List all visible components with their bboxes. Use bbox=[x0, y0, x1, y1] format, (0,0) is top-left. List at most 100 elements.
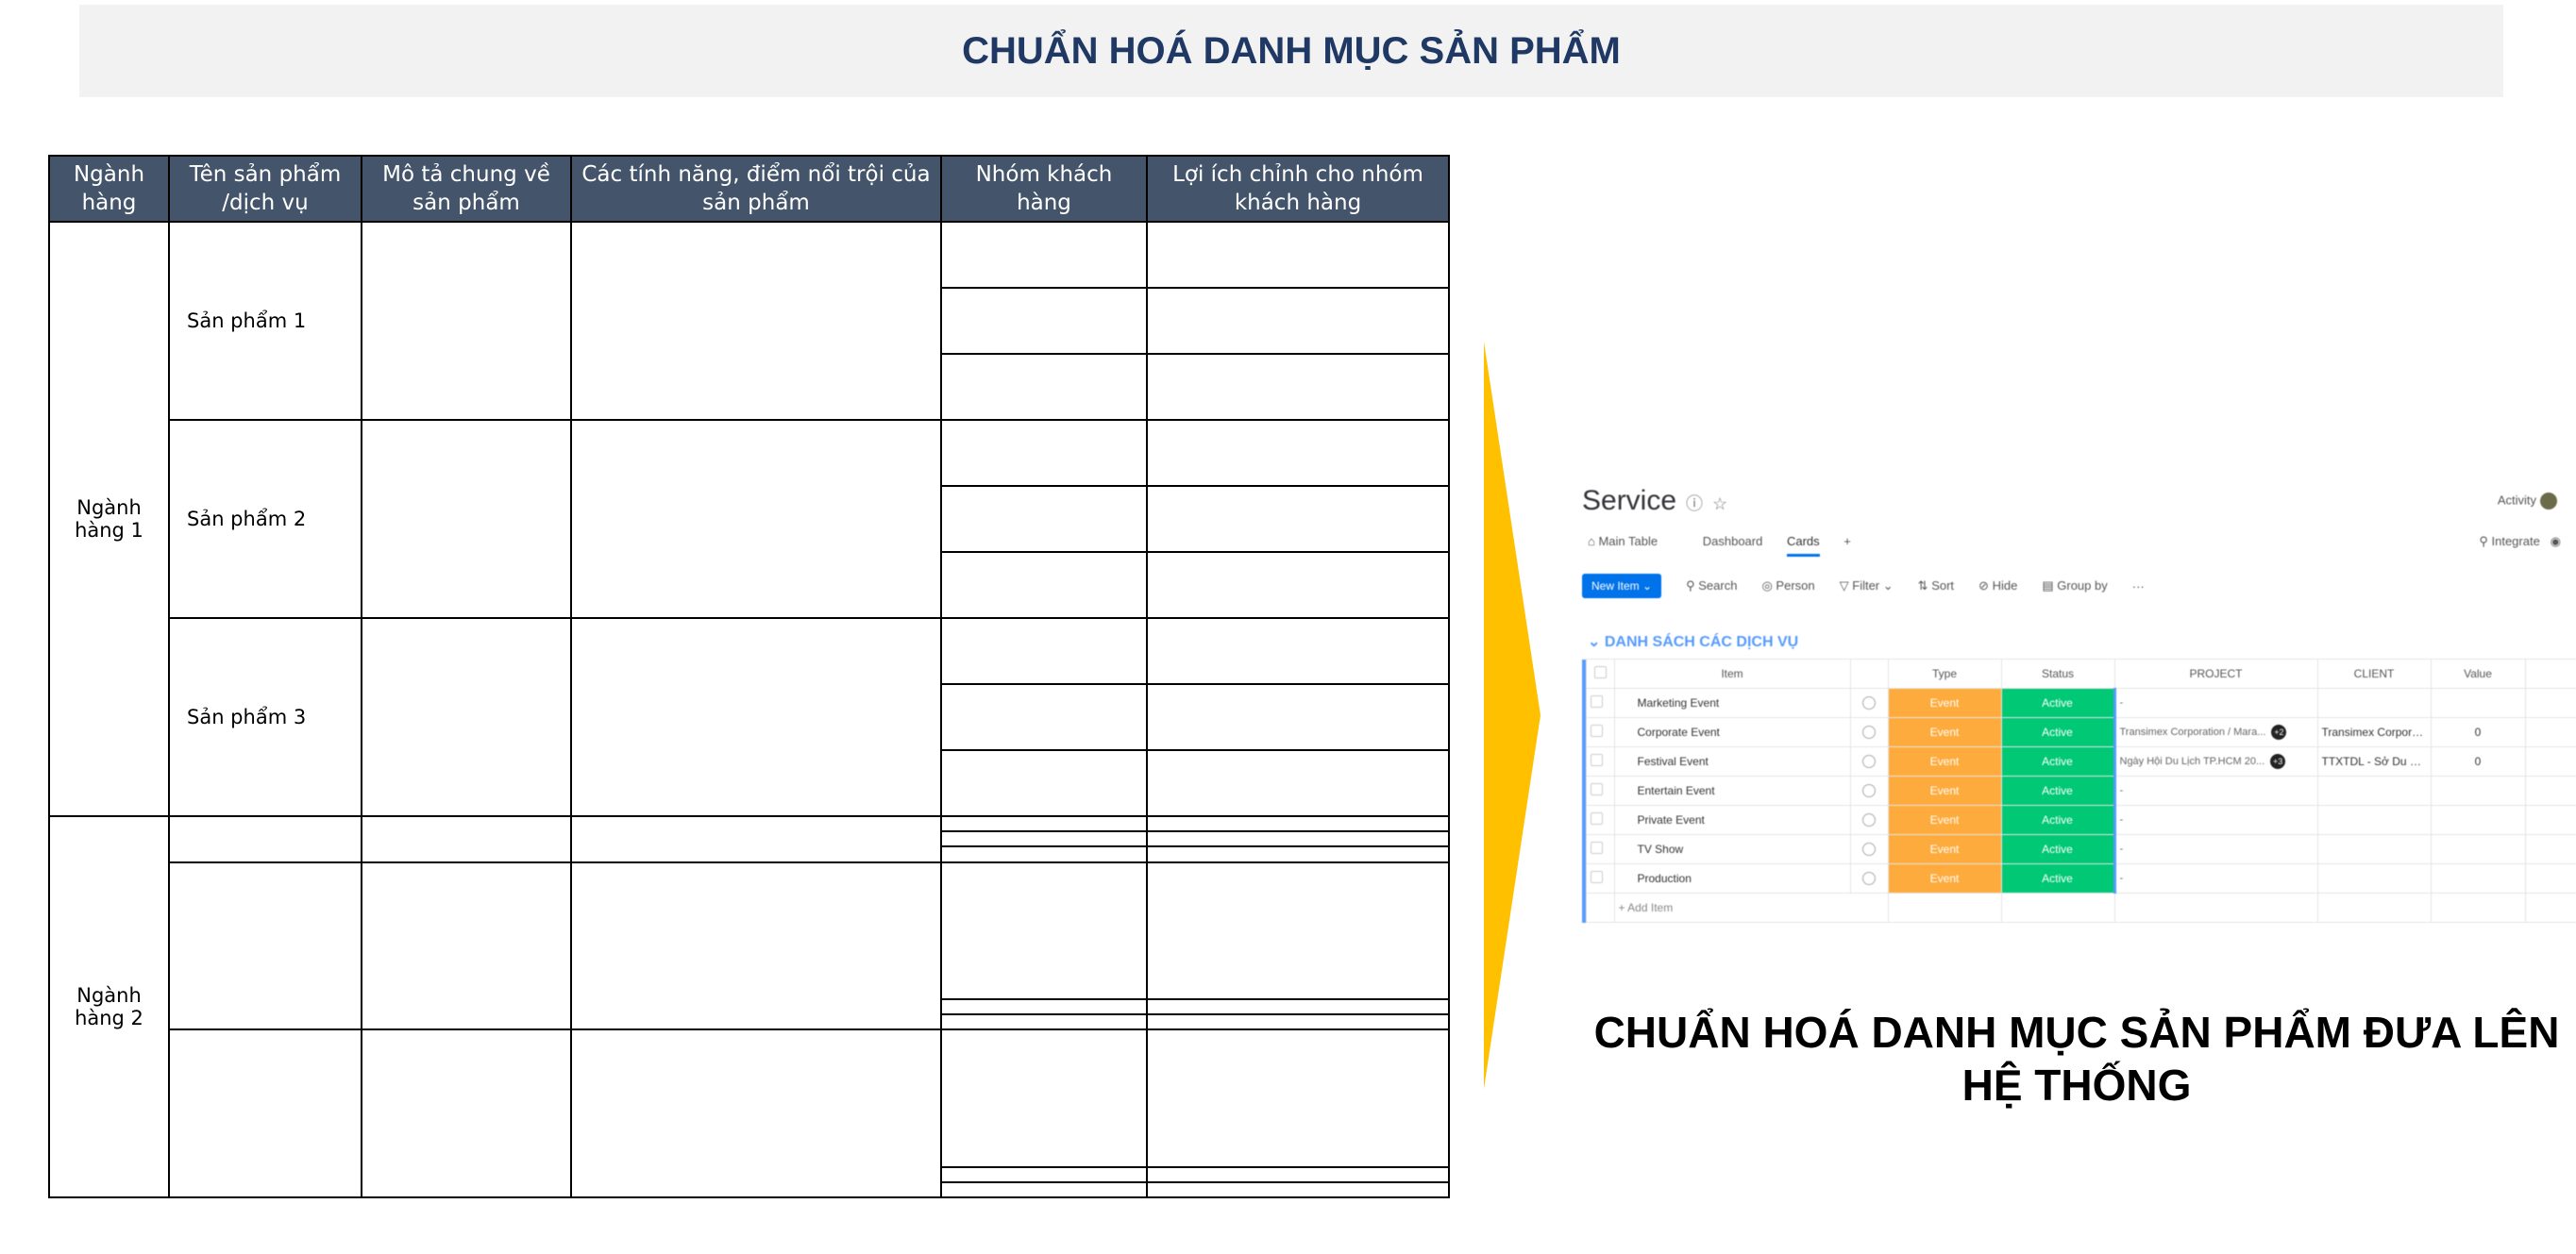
row-checkbox[interactable] bbox=[1585, 717, 1615, 747]
status-cell[interactable]: Active bbox=[2000, 834, 2115, 864]
row-checkbox[interactable] bbox=[1585, 776, 1615, 806]
board-row[interactable]: Private Event Event Active - bbox=[1582, 805, 2576, 835]
conversation-icon[interactable] bbox=[1849, 717, 1889, 747]
row-checkbox[interactable] bbox=[1585, 746, 1615, 777]
project-cell[interactable]: - bbox=[2113, 776, 2318, 806]
item-name[interactable]: Production bbox=[1613, 863, 1851, 894]
add-item-input[interactable]: + Add Item bbox=[1613, 893, 1889, 923]
row-checkbox[interactable] bbox=[1585, 688, 1615, 718]
client-cell[interactable]: Transimex Corporati... bbox=[2316, 717, 2432, 747]
item-name[interactable]: Corporate Event bbox=[1613, 717, 1851, 747]
item-name[interactable]: Entertain Event bbox=[1613, 776, 1851, 806]
chevron-down-icon[interactable]: ⌄ bbox=[1642, 579, 1652, 593]
column-header-status[interactable]: Status bbox=[2000, 659, 2115, 689]
value-cell[interactable]: 0 bbox=[2430, 717, 2526, 747]
client-cell[interactable] bbox=[2316, 834, 2432, 864]
row-checkbox[interactable] bbox=[1585, 805, 1615, 835]
column-header-type[interactable]: Type bbox=[1887, 659, 2002, 689]
status-cell[interactable]: Active bbox=[2000, 863, 2115, 894]
value-cell[interactable] bbox=[2430, 805, 2526, 835]
conversation-icon[interactable] bbox=[1849, 688, 1889, 718]
eye-icon[interactable]: ◉ bbox=[2551, 534, 2561, 548]
row-checkbox[interactable] bbox=[1585, 863, 1615, 894]
column-header-client[interactable]: CLIENT bbox=[2316, 659, 2432, 689]
row-checkbox[interactable] bbox=[1585, 834, 1615, 864]
value-cell[interactable] bbox=[2430, 863, 2526, 894]
service-board-screenshot: Service ⓘ ☆ Activity ⌂ Main Table Dashboar… bbox=[1578, 472, 2576, 962]
project-cell[interactable]: - bbox=[2113, 863, 2318, 894]
group-by-button[interactable]: ▤ Group by bbox=[2042, 578, 2107, 594]
conversation-icon[interactable] bbox=[1849, 863, 1889, 894]
board-row[interactable]: Entertain Event Event Active - bbox=[1582, 776, 2576, 806]
category-cell-2: Ngành hàng 2 bbox=[48, 815, 170, 1198]
column-header-item[interactable]: Item bbox=[1613, 659, 1851, 689]
board-row[interactable]: TV Show Event Active - bbox=[1582, 834, 2576, 864]
customer-group-cell bbox=[940, 221, 1148, 289]
board-row[interactable]: Marketing Event Event Active - bbox=[1582, 688, 2576, 718]
project-cell[interactable]: - bbox=[2113, 805, 2318, 835]
item-name[interactable]: Festival Event bbox=[1613, 746, 1851, 777]
value-cell[interactable]: 0 bbox=[2430, 746, 2526, 777]
info-icon[interactable]: ⓘ bbox=[1686, 494, 1703, 513]
features-cell bbox=[570, 419, 942, 620]
item-name[interactable]: Marketing Event bbox=[1613, 688, 1851, 718]
board-row[interactable]: Production Event Active - bbox=[1582, 863, 2576, 894]
item-name[interactable]: TV Show bbox=[1613, 834, 1851, 864]
project-cell[interactable]: Transimex Corporation / Mara... +2 bbox=[2113, 717, 2318, 747]
benefit-cell bbox=[1146, 748, 1450, 818]
client-cell[interactable] bbox=[2316, 776, 2432, 806]
group-title[interactable]: ⌄ DANH SÁCH CÁC DỊCH VỤ bbox=[1588, 632, 1798, 651]
more-options-button[interactable]: ··· bbox=[2132, 579, 2145, 594]
integrate-icon: ⚲ bbox=[2479, 534, 2488, 548]
board-row[interactable]: Corporate Event Event Active Transimex Corp… bbox=[1582, 717, 2576, 747]
customer-group-cell bbox=[940, 815, 1148, 833]
client-cell[interactable] bbox=[2316, 688, 2432, 718]
status-cell[interactable]: Active bbox=[2000, 688, 2115, 718]
new-item-button[interactable]: New Item ⌄ bbox=[1582, 574, 1662, 598]
board-row[interactable]: Festival Event Event Active Ngày Hội Du Lịc… bbox=[1582, 746, 2576, 777]
type-cell[interactable]: Event bbox=[1887, 717, 2002, 747]
integrate-button[interactable]: ⚲ Integrate ◉ bbox=[2479, 534, 2561, 549]
status-cell[interactable]: Active bbox=[2000, 717, 2115, 747]
client-cell[interactable] bbox=[2316, 863, 2432, 894]
type-cell[interactable]: Event bbox=[1887, 863, 2002, 894]
tab-cards[interactable]: Cards bbox=[1786, 534, 1820, 557]
filter-button[interactable]: ▽ Filter ⌄ bbox=[1840, 578, 1894, 594]
select-all-checkbox[interactable] bbox=[1585, 659, 1615, 689]
type-cell[interactable]: Event bbox=[1887, 776, 2002, 806]
activity-button[interactable]: Activity bbox=[2498, 493, 2557, 510]
value-cell[interactable] bbox=[2430, 834, 2526, 864]
conversation-icon[interactable] bbox=[1849, 776, 1889, 806]
conversation-icon[interactable] bbox=[1849, 805, 1889, 835]
client-cell[interactable] bbox=[2316, 805, 2432, 835]
status-cell[interactable]: Active bbox=[2000, 746, 2115, 777]
type-cell[interactable]: Event bbox=[1887, 834, 2002, 864]
status-cell[interactable]: Active bbox=[2000, 776, 2115, 806]
conversation-icon[interactable] bbox=[1849, 834, 1889, 864]
column-header-value[interactable]: Value bbox=[2430, 659, 2526, 689]
hide-button[interactable]: ⊘ Hide bbox=[1978, 578, 2017, 594]
status-cell[interactable]: Active bbox=[2000, 805, 2115, 835]
type-cell[interactable]: Event bbox=[1887, 688, 2002, 718]
person-filter-button[interactable]: ◎ Person bbox=[1761, 578, 1814, 594]
integrate-label: Integrate bbox=[2491, 534, 2540, 548]
column-header-project[interactable]: PROJECT bbox=[2113, 659, 2318, 689]
conversation-icon[interactable] bbox=[1849, 746, 1889, 777]
category-label: Ngành hàng 1 bbox=[75, 496, 143, 543]
client-cell[interactable]: TTXTDL - Sở Du Lịch ... bbox=[2316, 746, 2432, 777]
project-cell[interactable]: - bbox=[2113, 834, 2318, 864]
type-cell[interactable]: Event bbox=[1887, 805, 2002, 835]
tab-dashboard[interactable]: Dashboard bbox=[1703, 534, 1763, 548]
project-cell[interactable]: Ngày Hội Du Lịch TP.HCM 20... +3 bbox=[2113, 746, 2318, 777]
sort-button[interactable]: ⇅ Sort bbox=[1918, 578, 1954, 594]
value-cell[interactable] bbox=[2430, 688, 2526, 718]
chevron-down-icon[interactable]: ⌄ bbox=[1588, 634, 1600, 650]
tab-main-table[interactable]: ⌂ Main Table bbox=[1588, 534, 1678, 548]
project-cell[interactable]: - bbox=[2113, 688, 2318, 718]
item-name[interactable]: Private Event bbox=[1613, 805, 1851, 835]
star-icon[interactable]: ☆ bbox=[1712, 494, 1727, 513]
add-tab-button[interactable]: + bbox=[1844, 534, 1851, 548]
type-cell[interactable]: Event bbox=[1887, 746, 2002, 777]
value-cell[interactable] bbox=[2430, 776, 2526, 806]
search-button[interactable]: ⚲ Search bbox=[1686, 578, 1737, 594]
